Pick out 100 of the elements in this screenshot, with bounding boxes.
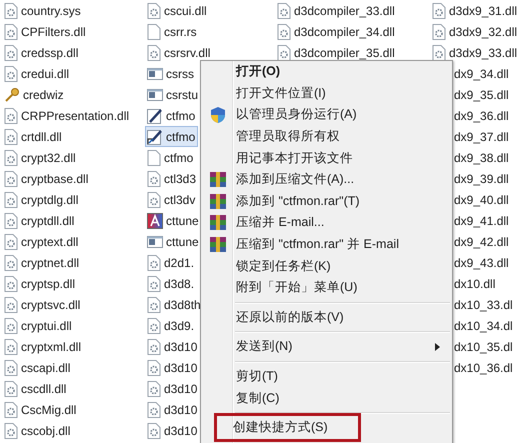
gear-document-icon (147, 422, 161, 438)
file-item[interactable]: crypt32.dll (2, 147, 79, 168)
menu-item[interactable]: 压缩到 "ctfmon.rar" 并 E-mail (201, 234, 452, 256)
menu-item[interactable]: 复制(C) (201, 387, 452, 409)
file-item[interactable]: cscobj.dll (2, 420, 74, 441)
file-item[interactable]: d3dx9_31.dll (430, 0, 519, 21)
file-item[interactable]: d3dx9_32.dll (430, 21, 519, 42)
file-item[interactable]: ctl3dv (145, 189, 198, 210)
file-item[interactable]: cryptxml.dll (2, 336, 84, 357)
file-item[interactable]: d2d1. (145, 252, 198, 273)
pen-document-icon (147, 108, 163, 124)
gear-document-icon (4, 128, 18, 144)
file-item[interactable]: cttune (145, 210, 202, 231)
file-item[interactable]: ctfmo (145, 105, 198, 126)
file-item[interactable]: cryptsvc.dll (2, 294, 84, 315)
file-item[interactable]: d3d9. (145, 315, 198, 336)
file-item[interactable]: csrr.rs (145, 21, 200, 42)
file-item[interactable]: d3dcompiler_35.dll (275, 42, 398, 63)
gear-document-icon (4, 192, 18, 208)
file-item[interactable]: cryptbase.dll (2, 168, 92, 189)
menu-item[interactable]: 管理员取得所有权 (201, 126, 452, 148)
menu-item[interactable]: 打开(O) (201, 61, 452, 83)
gear-document-icon (4, 338, 18, 354)
file-item[interactable]: d3d10 (145, 357, 200, 378)
file-item[interactable]: country.sys (2, 0, 84, 21)
menu-item[interactable]: 附到「开始」菜单(U) (201, 276, 452, 299)
archive-icon (209, 171, 227, 188)
file-item[interactable]: csrstu (145, 84, 202, 105)
file-item[interactable]: d3d8th (145, 294, 204, 315)
file-item[interactable]: d3dx9_33.dll (430, 42, 519, 63)
gear-document-icon (147, 338, 161, 354)
window-icon (147, 66, 163, 80)
menu-item[interactable]: 压缩并 E-mail... (201, 212, 452, 234)
submenu-arrow-icon (435, 342, 440, 351)
file-item[interactable]: ctfmo (145, 147, 196, 168)
file-item[interactable]: csrsrv.dll (145, 42, 214, 63)
archive-icon (209, 214, 227, 232)
gear-document-icon (4, 296, 18, 312)
file-item[interactable]: csrss (145, 63, 197, 84)
menu-item[interactable]: 添加到 "ctfmon.rar"(T) (201, 190, 452, 212)
file-item[interactable]: credssp.dll (2, 42, 82, 63)
gear-document-icon (4, 44, 18, 60)
gear-document-icon (147, 296, 161, 312)
file-item[interactable]: d3d8. (145, 273, 198, 294)
document-icon (147, 24, 161, 40)
shield-icon (210, 106, 226, 124)
gear-document-icon (4, 254, 18, 270)
window-icon (147, 234, 163, 248)
file-item[interactable]: cscdll.dll (2, 378, 70, 399)
file-item[interactable]: d3dcompiler_34.dll (275, 21, 398, 42)
menu-item[interactable]: 用记事本打开该文件 (201, 147, 452, 169)
file-item[interactable]: cryptui.dll (2, 315, 75, 336)
file-item[interactable]: CPFilters.dll (2, 21, 89, 42)
file-item[interactable]: CRPPresentation.dll (2, 105, 132, 126)
gear-document-icon (277, 24, 291, 40)
gear-document-icon (4, 2, 18, 18)
menu-item[interactable]: 锁定到任务栏(K) (201, 255, 452, 277)
gear-document-icon (147, 360, 161, 376)
archive-icon (209, 192, 227, 210)
gear-document-icon (4, 422, 18, 438)
gear-document-icon (4, 170, 18, 186)
gear-document-icon (4, 150, 18, 166)
file-item[interactable]: d3dcompiler_33.dll (275, 0, 398, 21)
file-item[interactable]: cscui.dll (145, 0, 210, 21)
menu-item[interactable]: 还原以前的版本(V) (201, 306, 452, 328)
document-icon (147, 150, 161, 166)
file-item[interactable]: CscMig.dll (2, 399, 80, 420)
file-item[interactable]: ctl3d3 (145, 168, 200, 189)
file-item[interactable]: cttune (145, 231, 202, 252)
file-item[interactable]: cryptdll.dll (2, 210, 78, 231)
file-item[interactable]: cryptdlg.dll (2, 189, 82, 210)
file-item[interactable]: d3d10 (145, 399, 200, 420)
gear-document-icon (4, 66, 18, 82)
file-item[interactable]: cryptsp.dll (2, 273, 78, 294)
gear-document-icon (277, 2, 291, 18)
file-item[interactable]: crtdll.dll (2, 126, 65, 147)
archive-icon (209, 236, 227, 254)
gear-document-icon (4, 276, 18, 292)
gear-document-icon (147, 192, 161, 208)
gear-document-icon (147, 44, 161, 60)
menu-item[interactable]: 发送到(N) (201, 336, 452, 358)
menu-item[interactable]: 以管理员身份运行(A) (201, 104, 452, 126)
gear-document-icon (4, 402, 18, 418)
file-item[interactable]: ctfmo (145, 126, 198, 147)
gear-document-icon (432, 44, 446, 60)
gear-document-icon (4, 108, 18, 124)
file-item[interactable]: cryptext.dll (2, 231, 82, 252)
gear-document-icon (4, 234, 18, 250)
menu-item[interactable]: 打开文件位置(I) (201, 82, 452, 104)
menu-item[interactable]: 剪切(T) (201, 366, 452, 388)
file-item[interactable]: cscapi.dll (2, 357, 74, 378)
gear-document-icon (432, 2, 446, 18)
file-item[interactable]: credwiz (2, 84, 67, 105)
gear-document-icon (147, 318, 161, 334)
file-item[interactable]: d3d10 (145, 420, 200, 441)
file-item[interactable]: d3d10 (145, 378, 200, 399)
file-item[interactable]: cryptnet.dll (2, 252, 82, 273)
file-item[interactable]: d3d10 (145, 336, 200, 357)
menu-item[interactable]: 添加到压缩文件(A)... (201, 168, 452, 191)
file-item[interactable]: credui.dll (2, 63, 72, 84)
